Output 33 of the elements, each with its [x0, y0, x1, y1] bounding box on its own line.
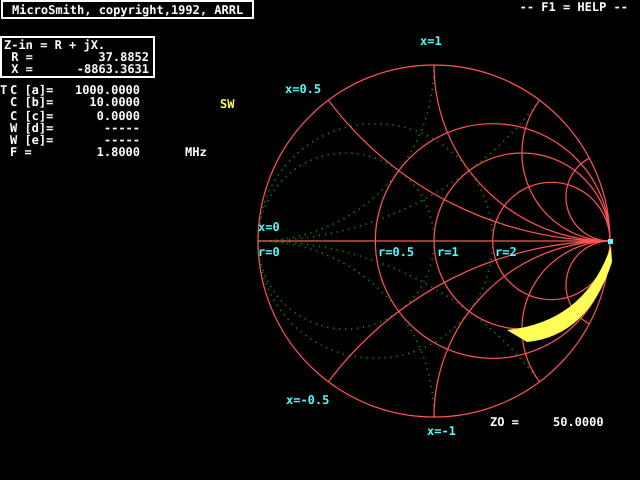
parameter-label: C [a]=: [10, 84, 54, 96]
grid-label: r=0.5: [378, 245, 414, 259]
parameter-value: 1000.0000: [74, 84, 140, 96]
unit-label: MHz: [184, 146, 208, 158]
grid-label: x=0.5: [285, 82, 322, 96]
field-value: 37.8852: [98, 51, 149, 63]
mode-indicator: SW: [220, 98, 236, 110]
field-value: -8863.3631: [76, 63, 149, 75]
field-label: X =: [10, 63, 34, 75]
parameter-label: F =: [10, 146, 32, 158]
parameter-label: C [b]=: [10, 96, 54, 110]
grid-label: x=-1: [427, 424, 456, 438]
parameter-value: -----: [102, 134, 140, 146]
parameter-value: 10.0000: [88, 96, 140, 110]
parameter-value: 0.0000: [96, 110, 140, 122]
program-title: MicroSmith, copyright,1992, ARRL: [1, 0, 254, 19]
grid-label: r=1: [437, 245, 459, 259]
parameter-label: W [d]=: [10, 122, 54, 134]
grid-label: x=-0.5: [286, 393, 330, 407]
parameter-label: W [e]=: [10, 134, 54, 146]
parameter-value: 1.8000: [96, 146, 140, 158]
grid-label: x=1: [420, 34, 442, 48]
point-marker: [608, 239, 613, 244]
grid-label: r=0: [258, 245, 280, 259]
z0-value: 50.0000: [553, 415, 604, 429]
help-hint: -- F1 = HELP --: [520, 1, 628, 13]
grid-label: r=2: [495, 245, 517, 259]
parameter-label: C [c]=: [10, 110, 54, 122]
z0-label: ZO =: [490, 415, 519, 429]
impedance-heading: Z-in = R + jX.: [4, 39, 106, 51]
parameter-value: -----: [102, 122, 140, 134]
mode-marker: T: [0, 84, 8, 96]
field-label: R =: [10, 51, 34, 63]
